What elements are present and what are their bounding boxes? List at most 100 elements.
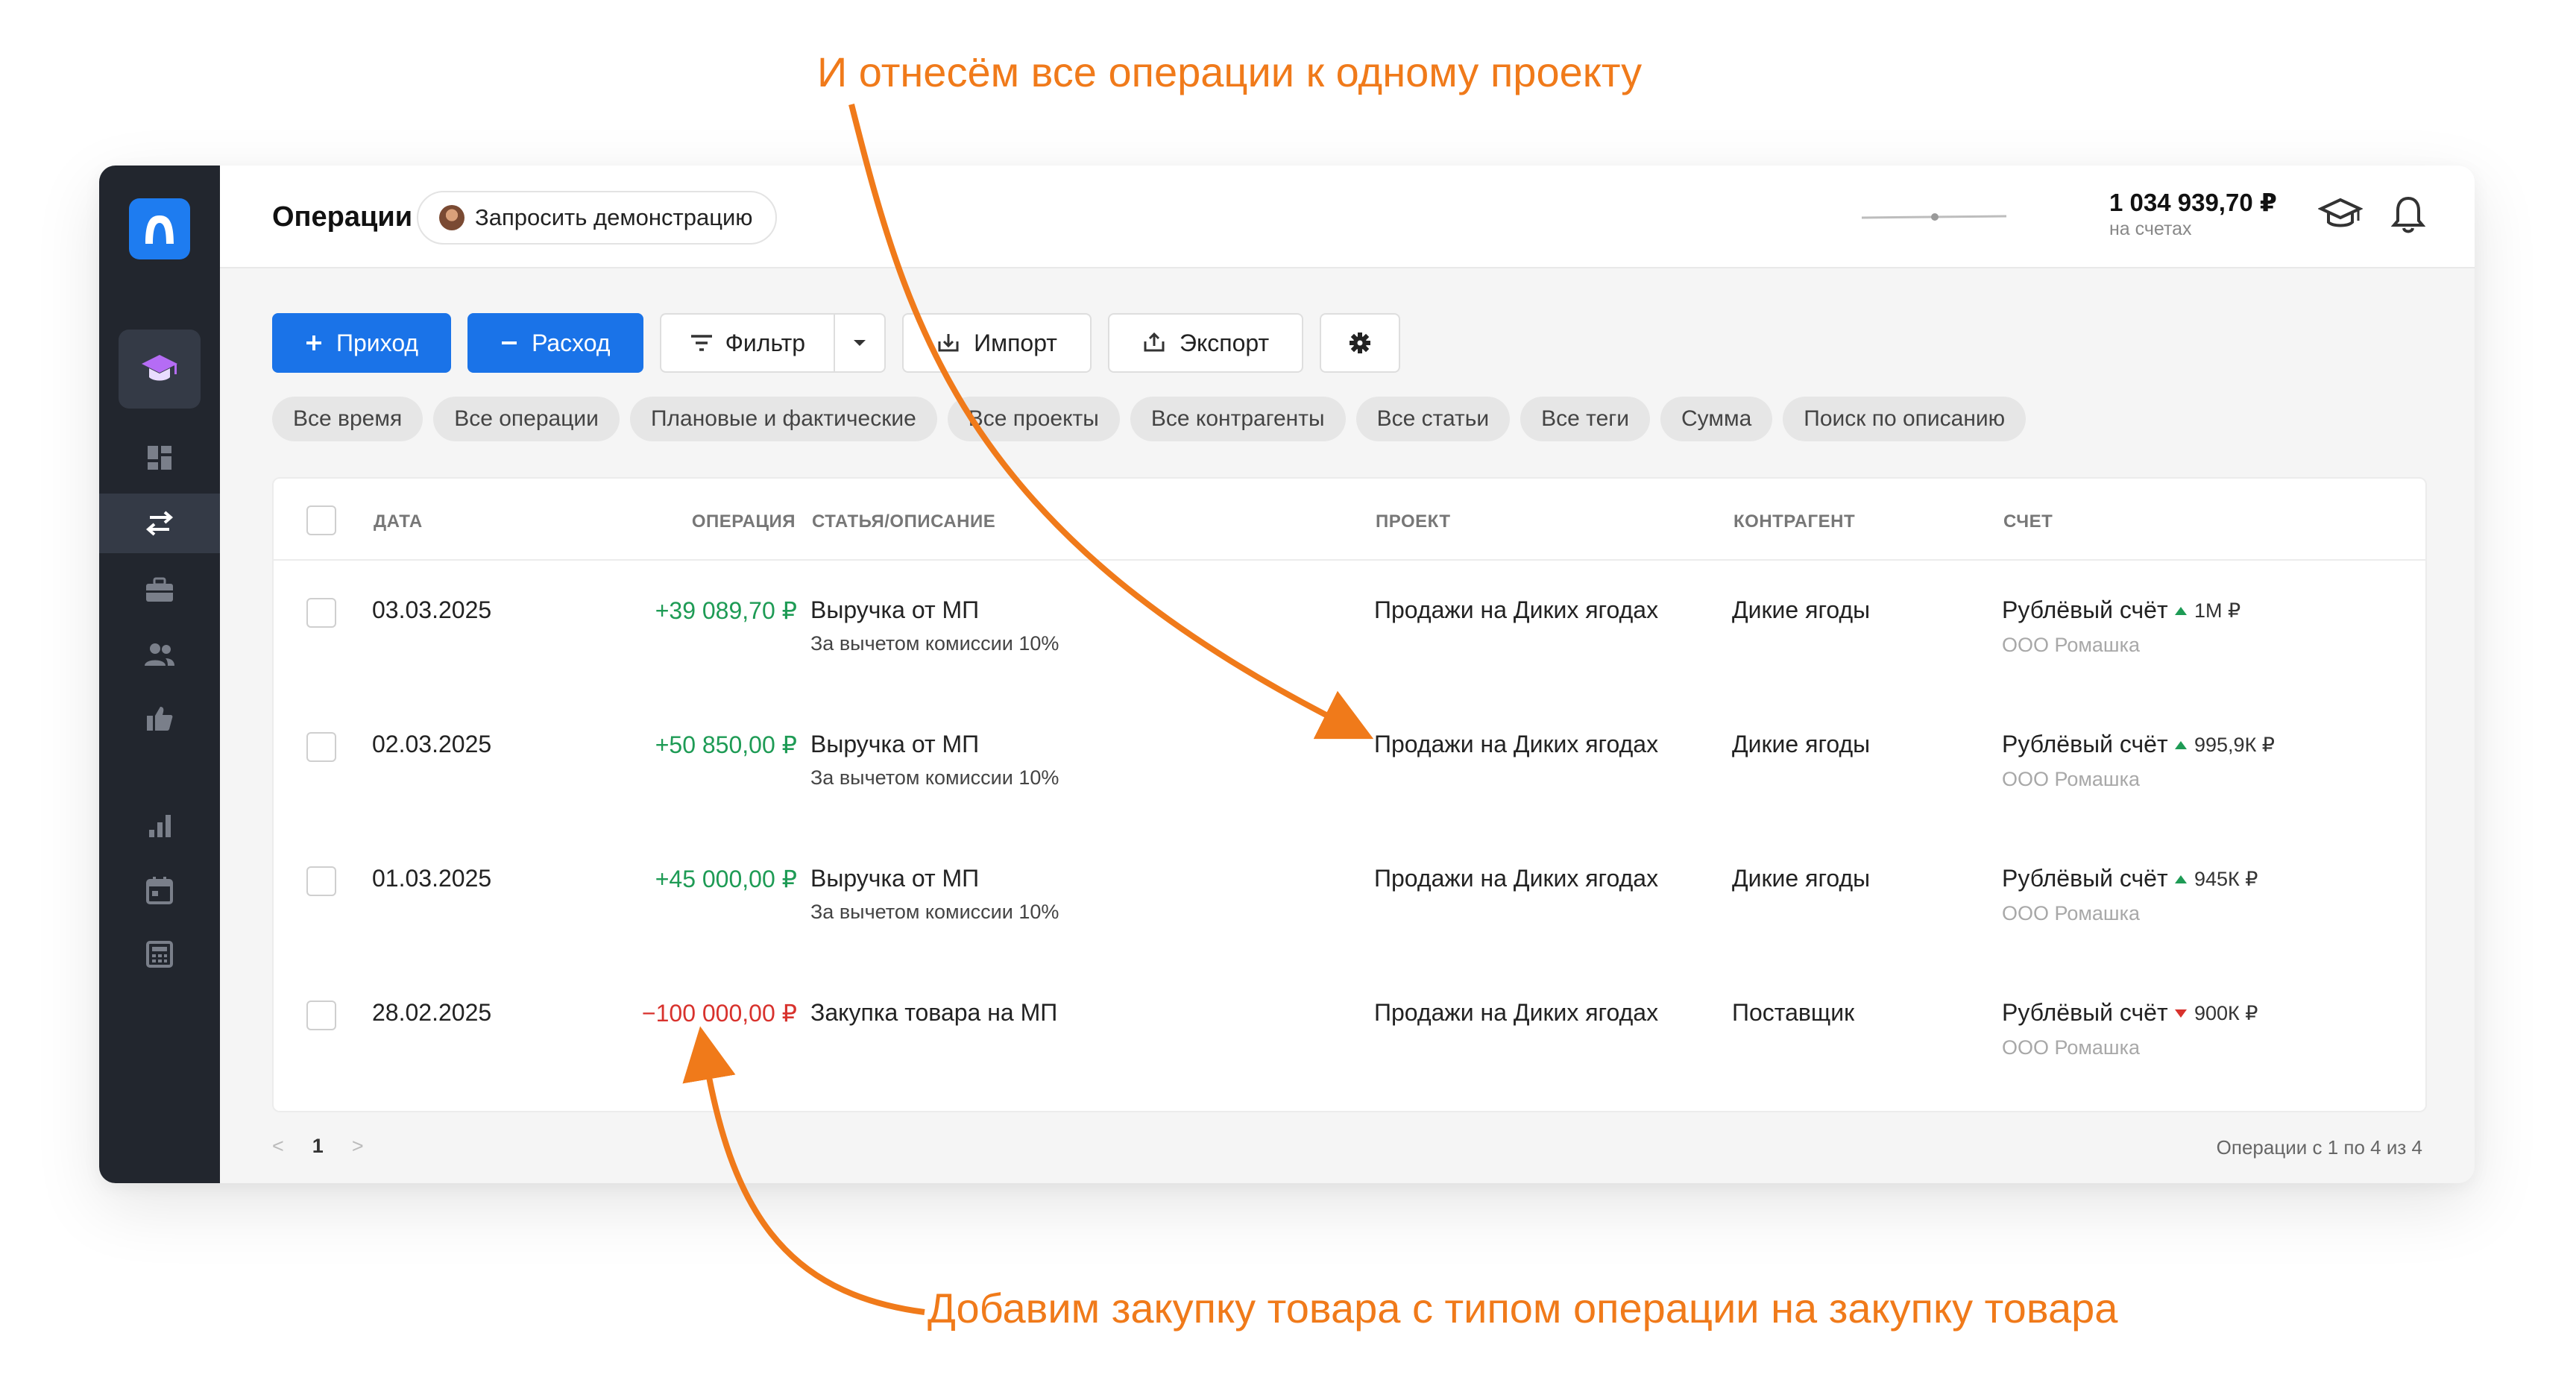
column-date[interactable]: ДАТА — [374, 511, 423, 532]
row-article: Закупка товара на МП — [810, 999, 1058, 1026]
chip-all-time[interactable]: Все время — [272, 397, 423, 441]
annotation-top: И отнесём все операции к одному проекту — [817, 48, 1643, 95]
column-article[interactable]: СТАТЬЯ/ОПИСАНИЕ — [812, 511, 995, 532]
column-counterparty[interactable]: КОНТРАГЕНТ — [1733, 511, 1855, 532]
row-article: Выручка от МП — [810, 865, 980, 892]
row-date: 02.03.2025 — [372, 731, 492, 757]
chip-all-operations[interactable]: Все операции — [433, 397, 620, 441]
row-amount: +39 089,70 ₽ — [655, 597, 797, 624]
import-icon — [936, 333, 960, 353]
row-counterparty: Дикие ягоды — [1732, 731, 1871, 757]
operations-table: ДАТА ОПЕРАЦИЯ СТАТЬЯ/ОПИСАНИЕ ПРОЕКТ КОН… — [272, 477, 2427, 1112]
chip-amount[interactable]: Сумма — [1660, 397, 1773, 441]
row-description: За вычетом комиссии 10% — [810, 766, 1059, 789]
filter-dropdown-toggle[interactable] — [835, 315, 884, 371]
row-trend-value: 945К ₽ — [2194, 868, 2258, 890]
import-label: Импорт — [974, 329, 1057, 356]
chip-planned-actual[interactable]: Плановые и фактические — [629, 397, 937, 441]
table-header: ДАТА ОПЕРАЦИЯ СТАТЬЯ/ОПИСАНИЕ ПРОЕКТ КОН… — [274, 479, 2425, 561]
chip-all-counterparties[interactable]: Все контрагенты — [1130, 397, 1346, 441]
calendar-icon[interactable] — [99, 860, 220, 920]
bar-chart-icon[interactable] — [99, 796, 220, 856]
row-checkbox[interactable] — [306, 732, 336, 762]
row-counterparty: Дикие ягоды — [1732, 865, 1871, 892]
table-row[interactable]: 28.02.2025 −100 000,00 ₽ Закупка товара … — [274, 965, 2425, 1099]
chip-all-projects[interactable]: Все проекты — [947, 397, 1120, 441]
row-account: Рублёвый счёт — [2002, 999, 2168, 1026]
row-account: Рублёвый счёт — [2002, 596, 2168, 623]
pagination-page-1[interactable]: 1 — [312, 1135, 324, 1158]
export-button[interactable]: Экспорт — [1107, 313, 1304, 373]
column-account[interactable]: СЧЕТ — [2003, 511, 2053, 532]
import-button[interactable]: Импорт — [902, 313, 1092, 373]
row-company: ООО Ромашка — [2002, 634, 2141, 656]
row-account: Рублёвый счёт — [2002, 865, 2168, 892]
row-counterparty: Поставщик — [1732, 999, 1855, 1026]
transfer-icon[interactable] — [99, 494, 220, 553]
add-income-button[interactable]: Приход — [272, 313, 452, 373]
add-expense-label: Расход — [532, 329, 611, 356]
balance-value: 1 034 939,70 ₽ — [2109, 189, 2277, 216]
settings-button[interactable] — [1320, 313, 1401, 373]
topbar: Операции Запросить демонстрацию 1 034 93… — [220, 166, 2475, 268]
request-demo-label: Запросить демонстрацию — [475, 204, 753, 230]
table-row[interactable]: 03.03.2025 +39 089,70 ₽ Выручка от МП За… — [274, 562, 2425, 696]
bell-icon[interactable] — [2390, 195, 2426, 239]
thumbs-up-icon[interactable] — [99, 689, 220, 749]
sidebar — [99, 166, 220, 1183]
row-amount: +45 000,00 ₽ — [655, 866, 797, 892]
dashboard-icon[interactable] — [99, 428, 220, 488]
row-project: Продажи на Диких ягодах — [1374, 596, 1659, 623]
briefcase-icon[interactable] — [99, 561, 220, 620]
annotation-bottom: Добавим закупку товара с типом операции … — [928, 1285, 2118, 1332]
logo-icon[interactable] — [129, 198, 190, 259]
add-expense-button[interactable]: Расход — [467, 313, 643, 373]
row-account: Рублёвый счёт — [2002, 731, 2168, 757]
table-row[interactable]: 02.03.2025 +50 850,00 ₽ Выручка от МП За… — [274, 696, 2425, 831]
row-trend-value: 995,9К ₽ — [2194, 734, 2275, 756]
chip-all-articles[interactable]: Все статьи — [1355, 397, 1511, 441]
plus-icon — [305, 334, 323, 352]
filter-split-button: Фильтр — [659, 313, 887, 373]
balance-sparkline — [1861, 213, 2007, 221]
filter-chips: Все время Все операции Плановые и фактич… — [272, 397, 2027, 441]
row-article: Выручка от МП — [810, 596, 980, 623]
request-demo-button[interactable]: Запросить демонстрацию — [417, 191, 777, 245]
row-balance-trend: 1М ₽ — [2175, 599, 2240, 623]
row-date: 28.02.2025 — [372, 999, 492, 1026]
add-income-label: Приход — [336, 329, 419, 356]
trend-up-icon — [2175, 607, 2187, 615]
main-area: Операции Запросить демонстрацию 1 034 93… — [220, 166, 2475, 1183]
pagination-prev[interactable]: < — [272, 1135, 284, 1158]
chip-all-tags[interactable]: Все теги — [1520, 397, 1650, 441]
filter-label: Фильтр — [725, 329, 806, 356]
screenshot-stage: И отнесём все операции к одному проекту … — [0, 0, 2576, 1377]
users-icon[interactable] — [99, 625, 220, 684]
graduation-cap-icon[interactable] — [119, 330, 201, 409]
page-title: Операции — [272, 201, 413, 233]
table-row[interactable]: 01.03.2025 +45 000,00 ₽ Выручка от МП За… — [274, 831, 2425, 965]
gear-icon — [1350, 333, 1371, 353]
graduation-cap-icon[interactable] — [2317, 195, 2364, 238]
chip-search-description[interactable]: Поиск по описанию — [1783, 397, 2027, 441]
column-operation[interactable]: ОПЕРАЦИЯ — [676, 511, 796, 532]
row-description: За вычетом комиссии 10% — [810, 632, 1059, 655]
row-date: 03.03.2025 — [372, 596, 492, 623]
calculator-icon[interactable] — [99, 924, 220, 984]
row-trend-value: 1М ₽ — [2194, 599, 2241, 622]
trend-down-icon — [2175, 1009, 2187, 1018]
column-project[interactable]: ПРОЕКТ — [1376, 511, 1451, 532]
filter-icon — [690, 333, 714, 353]
app-window: Операции Запросить демонстрацию 1 034 93… — [99, 166, 2475, 1183]
row-checkbox[interactable] — [306, 1001, 336, 1030]
row-checkbox[interactable] — [306, 598, 336, 628]
row-project: Продажи на Диких ягодах — [1374, 865, 1659, 892]
filter-button[interactable]: Фильтр — [661, 315, 836, 371]
balance-summary[interactable]: 1 034 939,70 ₽ на счетах — [2109, 188, 2277, 240]
export-icon — [1142, 333, 1166, 353]
pagination-next[interactable]: > — [352, 1135, 364, 1158]
trend-up-icon — [2175, 741, 2187, 749]
select-all-checkbox[interactable] — [306, 505, 336, 535]
row-amount: +50 850,00 ₽ — [655, 731, 797, 758]
row-checkbox[interactable] — [306, 866, 336, 896]
